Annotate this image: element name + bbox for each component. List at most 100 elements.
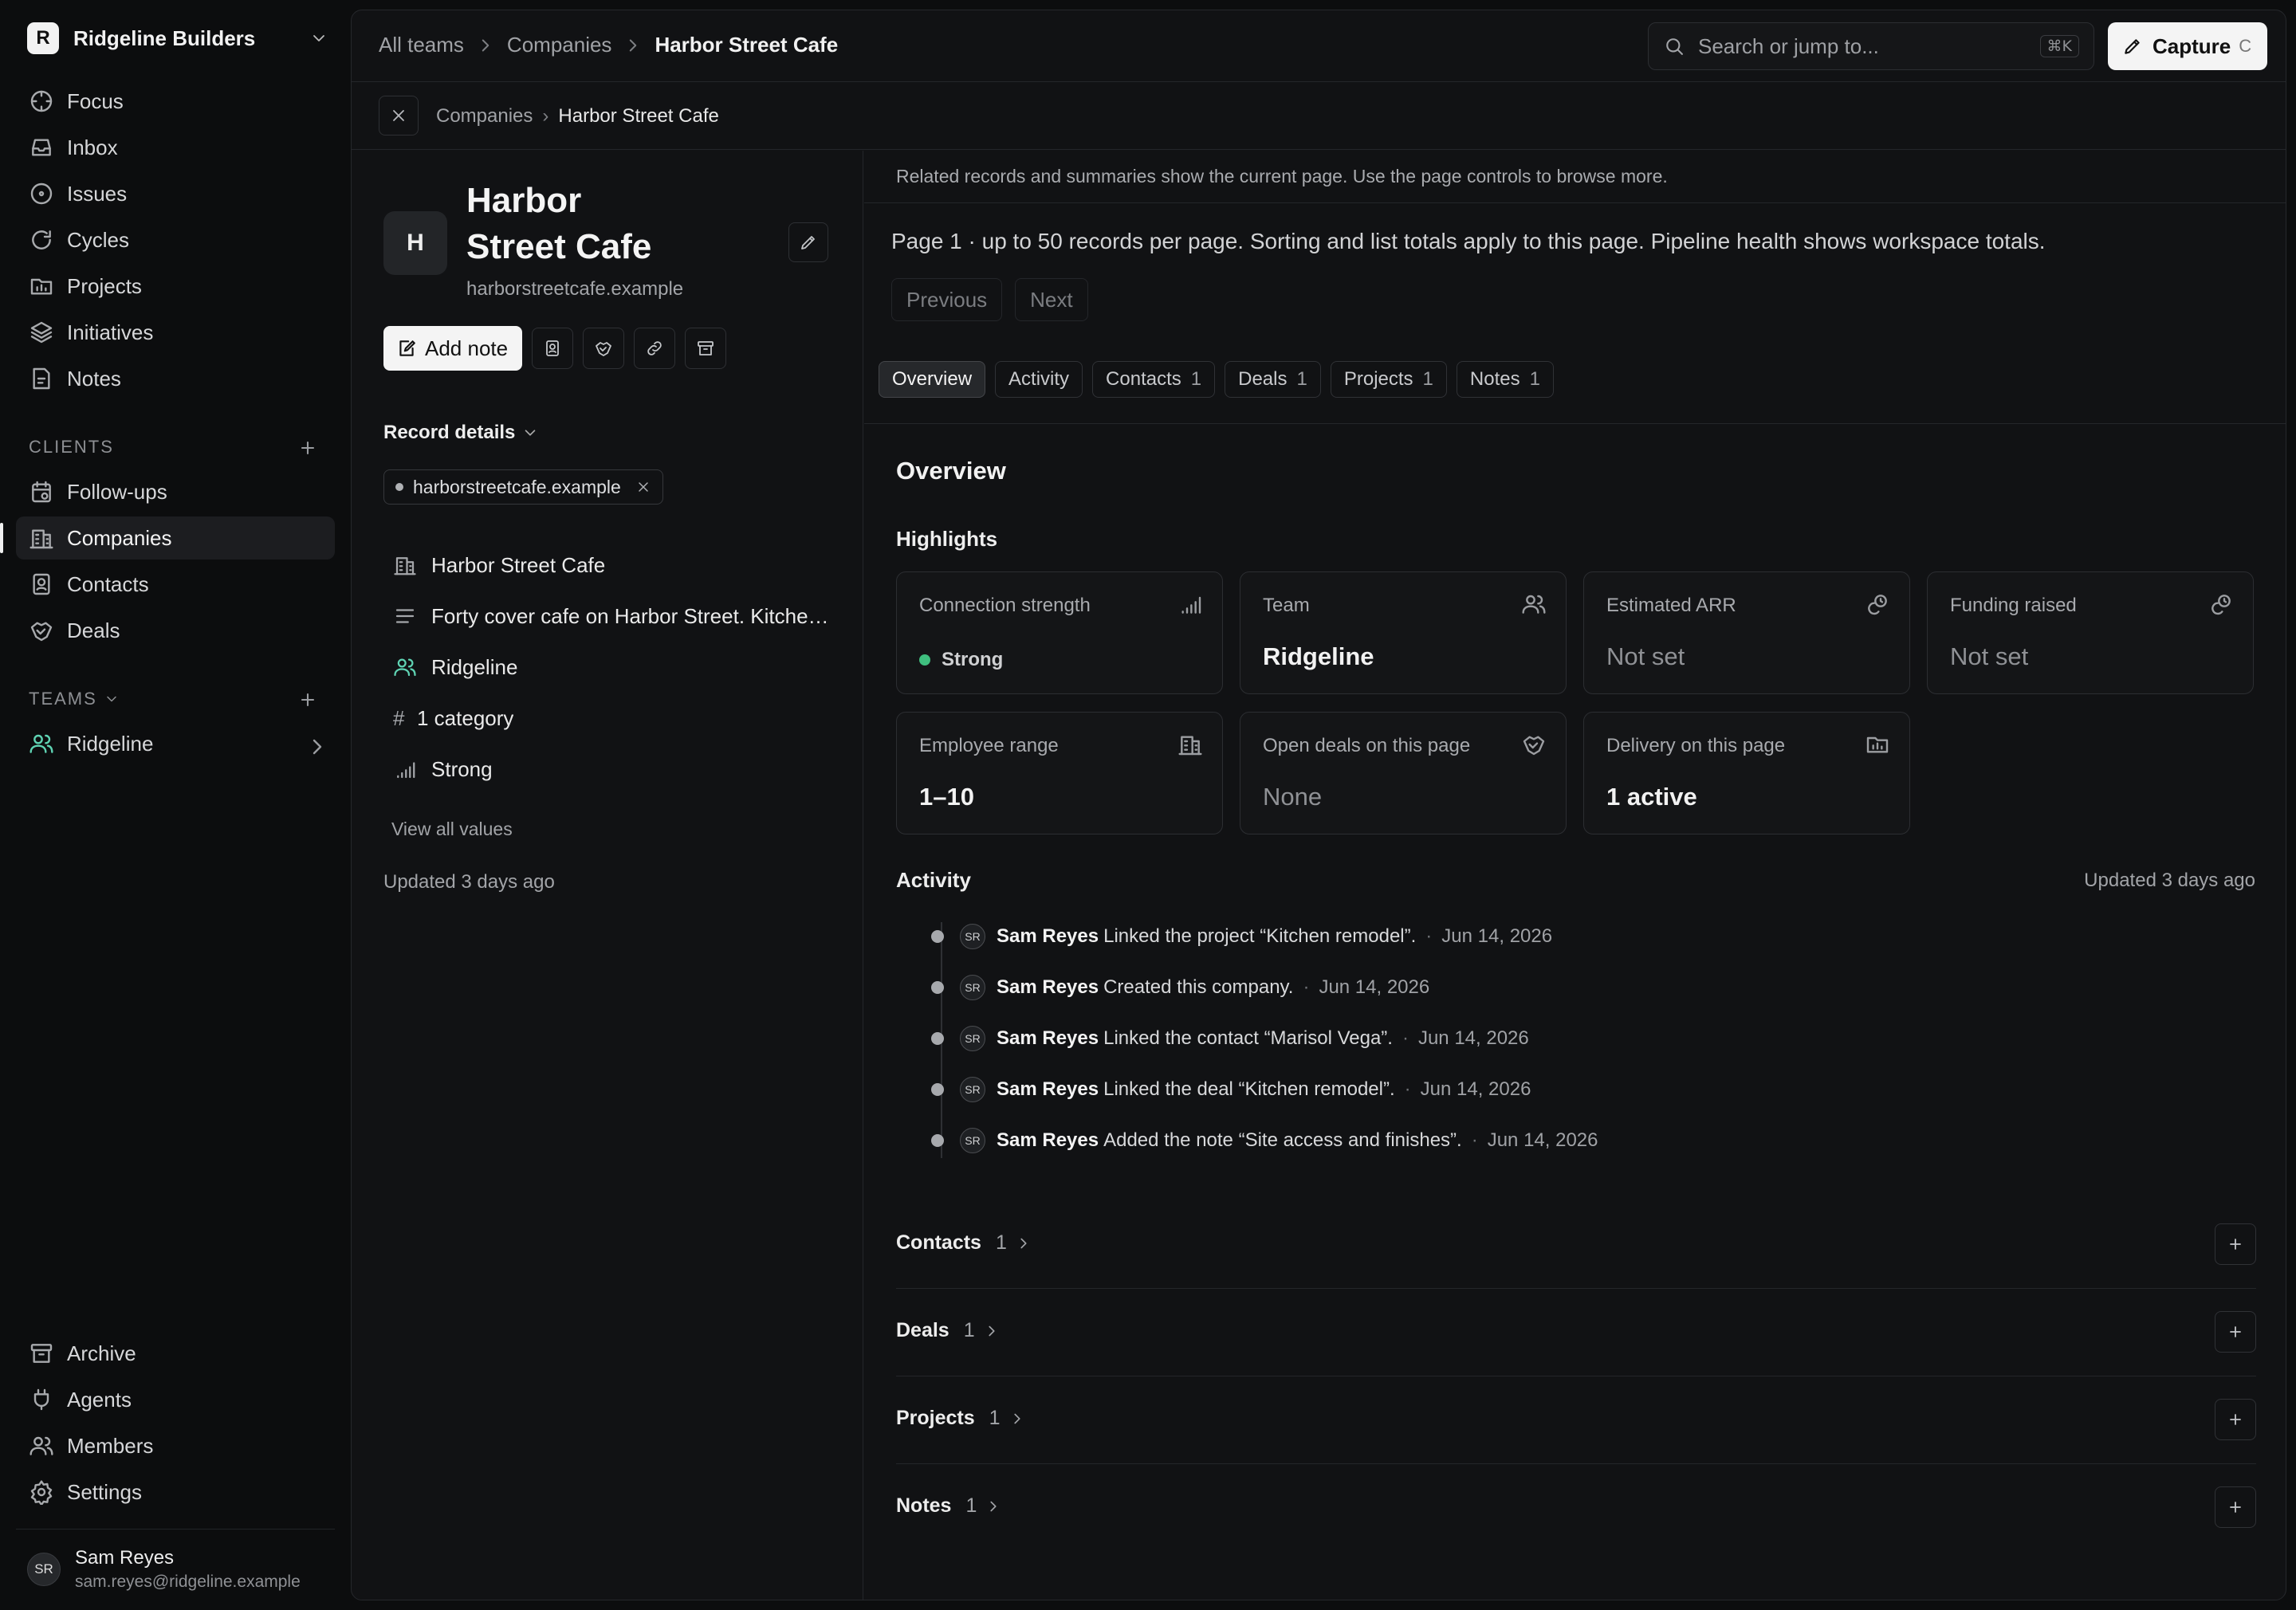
chevron-right-icon (623, 35, 643, 56)
nav-item-follow-ups[interactable]: Follow-ups (16, 470, 335, 513)
nav-item-settings[interactable]: Settings (16, 1471, 335, 1514)
separator: · (1404, 1078, 1411, 1100)
next-page-button[interactable]: Next (1015, 278, 1088, 321)
activity-actor: Sam Reyes (997, 925, 1099, 947)
card-label: Funding raised (1950, 595, 2077, 616)
companies-icon (29, 525, 54, 551)
related-projects-toggle[interactable]: Projects 1 (896, 1407, 1026, 1430)
property-team[interactable]: Ridgeline (393, 651, 839, 683)
tab-deals[interactable]: Deals 1 (1225, 361, 1321, 398)
card-label: Delivery on this page (1606, 735, 1786, 756)
tab-overview[interactable]: Overview (879, 361, 986, 398)
highlight-card-team[interactable]: Team Ridgeline (1240, 571, 1567, 694)
nav-item-issues[interactable]: Issues (16, 172, 335, 215)
property-connection-value: Strong (431, 756, 493, 781)
highlight-card-funding[interactable]: Funding raised Not set (1927, 571, 2254, 694)
tab-count: 1 (1190, 368, 1202, 390)
highlight-card-connection[interactable]: Connection strength Strong (896, 571, 1223, 694)
edit-icon[interactable] (788, 222, 828, 262)
nav-item-cycles[interactable]: Cycles (16, 218, 335, 261)
nav-item-companies[interactable]: Companies (0, 516, 335, 560)
previous-page-button[interactable]: Previous (891, 278, 1003, 321)
related-deals-toggle[interactable]: Deals 1 (896, 1319, 1001, 1342)
domain-chip[interactable]: harborstreetcafe.example (383, 469, 663, 505)
property-description-value: Forty cover cafe on Harbor Street. Kitch… (431, 603, 839, 628)
property-name[interactable]: Harbor Street Cafe (393, 549, 839, 581)
info-banner: Related records and summaries show the c… (864, 151, 2286, 203)
tab-activity[interactable]: Activity (995, 361, 1083, 398)
add-client-view-icon[interactable] (297, 437, 319, 459)
user-menu[interactable]: SR Sam Reyes sam.reyes@ridgeline.example (16, 1529, 335, 1608)
close-icon[interactable] (379, 96, 419, 135)
company-name-line1: Harbor (466, 181, 582, 220)
inbox-icon (29, 135, 54, 160)
activity-date: Jun 14, 2026 (1319, 976, 1430, 998)
tab-projects[interactable]: Projects 1 (1330, 361, 1447, 398)
link-deal-icon[interactable] (583, 328, 625, 369)
highlight-card-open-deals[interactable]: Open deals on this page None (1240, 712, 1567, 834)
add-note-icon[interactable] (2215, 1486, 2256, 1528)
breadcrumb-companies[interactable]: Companies (507, 33, 612, 57)
link-contact-icon[interactable] (532, 328, 574, 369)
funding-icon (2208, 591, 2234, 617)
search-icon (1663, 35, 1685, 57)
nav-item-archive[interactable]: Archive (16, 1332, 335, 1375)
nav-item-projects[interactable]: Projects (16, 265, 335, 308)
chevron-down-icon (521, 424, 539, 442)
nav-item-inbox[interactable]: Inbox (16, 126, 335, 169)
chevron-down-icon (104, 691, 120, 707)
company-name: Harbor Street Cafe (466, 178, 729, 270)
delivery-icon (1865, 732, 1890, 757)
property-description[interactable]: Forty cover cafe on Harbor Street. Kitch… (393, 600, 839, 632)
property-categories[interactable]: # 1 category (393, 702, 839, 734)
nav-item-members[interactable]: Members (16, 1424, 335, 1467)
main-panel: All teams Companies Harbor Street Cafe S… (351, 10, 2286, 1600)
nav-item-contacts[interactable]: Contacts (16, 563, 335, 606)
nav-item-team-ridgeline[interactable]: Ridgeline (16, 722, 335, 765)
property-connection[interactable]: Strong (393, 753, 839, 785)
user-email: sam.reyes@ridgeline.example (75, 1572, 301, 1591)
tab-notes[interactable]: Notes 1 (1456, 361, 1554, 398)
nav-item-agents[interactable]: Agents (16, 1378, 335, 1421)
nav-item-deals[interactable]: Deals (16, 609, 335, 652)
subcrumb-companies[interactable]: Companies (436, 105, 533, 128)
breadcrumb-all-teams[interactable]: All teams (379, 33, 464, 57)
card-value: None (1263, 783, 1323, 811)
close-icon[interactable] (635, 479, 651, 495)
add-contact-icon[interactable] (2215, 1223, 2256, 1265)
nav-label: Members (67, 1433, 154, 1458)
workspace-switcher[interactable]: R Ridgeline Builders (27, 22, 328, 54)
user-name: Sam Reyes (75, 1546, 175, 1569)
timeline-dot (931, 981, 944, 994)
related-notes-toggle[interactable]: Notes 1 (896, 1494, 1002, 1518)
tab-contacts[interactable]: Contacts 1 (1092, 361, 1216, 398)
arr-icon (1865, 591, 1890, 617)
chevron-right-icon (983, 1322, 1001, 1340)
activity-date: Jun 14, 2026 (1417, 1027, 1529, 1049)
chip-dot (395, 483, 403, 491)
highlight-card-delivery[interactable]: Delivery on this page 1 active (1583, 712, 1910, 834)
link-icon[interactable] (634, 328, 676, 369)
view-all-values-link[interactable]: View all values (391, 819, 513, 840)
nav-item-focus[interactable]: Focus (16, 80, 335, 123)
teams-section-label[interactable]: TEAMS (29, 689, 120, 709)
tab-label: Activity (1008, 368, 1070, 390)
members-icon (29, 1433, 54, 1459)
nav-label: Follow-ups (67, 479, 167, 504)
add-team-icon[interactable] (297, 689, 319, 711)
add-note-button[interactable]: Add note (383, 326, 523, 371)
connection-value: Strong (942, 649, 1004, 670)
contacts-icon (29, 571, 54, 597)
highlight-card-employees[interactable]: Employee range 1–10 (896, 712, 1223, 834)
add-deal-icon[interactable] (2215, 1311, 2256, 1353)
related-contacts-toggle[interactable]: Contacts 1 (896, 1231, 1032, 1255)
add-project-icon[interactable] (2215, 1399, 2256, 1440)
nav-item-initiatives[interactable]: Initiatives (16, 311, 335, 354)
chevron-right-icon (475, 35, 496, 56)
nav-item-notes[interactable]: Notes (16, 357, 335, 400)
search-input[interactable]: Search or jump to... ⌘K (1648, 22, 2094, 70)
archive-icon[interactable] (685, 328, 727, 369)
capture-button[interactable]: Capture C (2108, 22, 2267, 70)
record-details-toggle[interactable]: Record details (383, 422, 539, 444)
highlight-card-arr[interactable]: Estimated ARR Not set (1583, 571, 1910, 694)
